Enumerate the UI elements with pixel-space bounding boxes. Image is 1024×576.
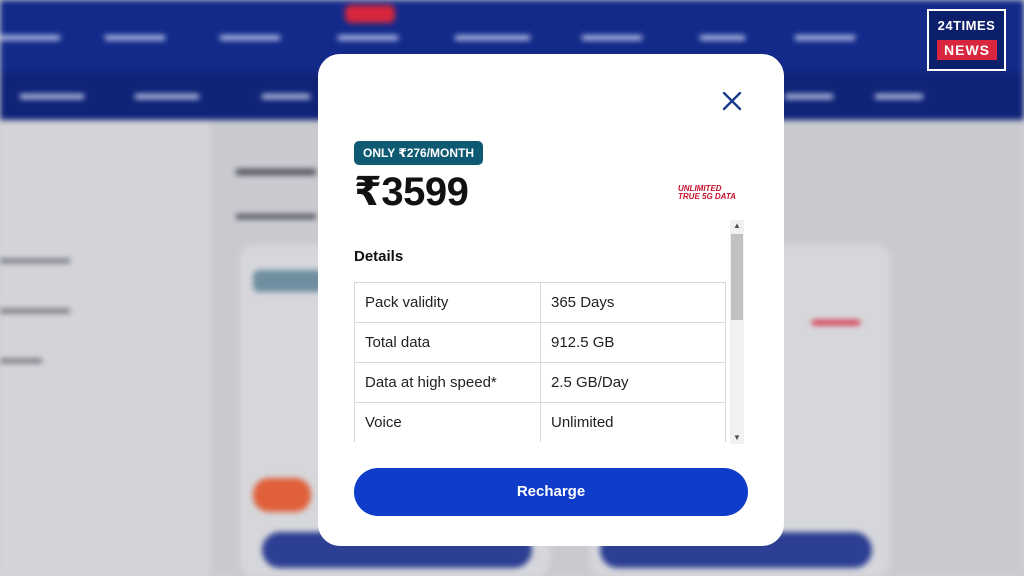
nav-item: ▬▬▬▬ — [582, 27, 642, 44]
detail-value: 912.5 GB — [540, 322, 726, 363]
table-row: Data at high speed* 2.5 GB/Day — [354, 362, 726, 403]
details-scrollbar[interactable]: ▲ ▼ — [728, 220, 746, 444]
sidebar-item: ▬▬▬ — [0, 350, 42, 366]
nav-item: ▬▬▬▬ — [105, 27, 165, 44]
subnav-item: ▬▬▬ — [785, 86, 833, 103]
scrollbar-thumb[interactable] — [731, 234, 743, 320]
badge-line-2: TRUE 5G DATA — [678, 192, 736, 201]
subnav-item: ▬▬▬▬ — [20, 86, 84, 103]
card-offer-badge — [253, 478, 311, 512]
subnav-item: ▬▬▬▬ — [135, 86, 199, 103]
unlimited-5g-badge: UNLIMITED TRUE 5G DATA — [678, 185, 748, 201]
details-table: Pack validity 365 Days Total data 912.5 … — [354, 282, 726, 442]
sidebar: ▬▬▬▬▬ ▬▬▬▬▬ ▬▬▬ — [0, 120, 210, 576]
plan-details-modal: ONLY ₹276/MONTH ₹3599 UNLIMITED TRUE 5G … — [318, 54, 784, 546]
plan-price: ₹3599 — [354, 170, 469, 214]
monthly-price-tag: ONLY ₹276/MONTH — [354, 141, 484, 165]
nav-item: ▬▬▬▬ — [795, 27, 855, 44]
subnav-item: ▬▬▬ — [262, 86, 310, 103]
subnav-item: ▬▬▬ — [875, 86, 923, 103]
logo-text-news: NEWS — [937, 40, 997, 60]
site-logo: 24TIMES NEWS — [927, 9, 1006, 71]
section-subheading: ▬▬▬▬▬ — [236, 206, 316, 223]
logo-text-24times: 24TIMES — [937, 18, 996, 33]
detail-label: Total data — [354, 322, 541, 363]
section-heading: ▬▬▬▬ — [236, 158, 316, 180]
detail-value: 365 Days — [540, 282, 726, 323]
details-title: Details — [354, 248, 404, 265]
close-icon[interactable] — [719, 88, 745, 114]
nav-new-badge — [345, 5, 395, 23]
nav-item: ▬▬▬▬ — [338, 27, 398, 44]
table-row: Voice Unlimited — [354, 402, 726, 442]
nav-item: ▬▬▬▬ — [0, 27, 60, 44]
detail-label: Pack validity — [354, 282, 541, 323]
table-row: Total data 912.5 GB — [354, 322, 726, 363]
details-table-container: Pack validity 365 Days Total data 912.5 … — [354, 282, 726, 442]
card-unlimited-badge: ▬▬▬ — [812, 312, 860, 329]
nav-item: ▬▬▬▬▬ — [455, 27, 530, 44]
detail-label: Voice — [354, 402, 541, 442]
detail-label: Data at high speed* — [354, 362, 541, 403]
scroll-up-arrow-icon[interactable]: ▲ — [730, 220, 744, 232]
recharge-button[interactable]: Recharge — [354, 468, 748, 516]
table-row: Pack validity 365 Days — [354, 282, 726, 323]
scroll-down-arrow-icon[interactable]: ▼ — [730, 432, 744, 444]
detail-value: Unlimited — [540, 402, 726, 442]
detail-value: 2.5 GB/Day — [540, 362, 726, 403]
sidebar-item: ▬▬▬▬▬ — [0, 300, 70, 316]
card-tag — [253, 270, 323, 292]
nav-item: ▬▬▬ — [700, 27, 745, 44]
nav-item: ▬▬▬▬ — [220, 27, 280, 44]
sidebar-item: ▬▬▬▬▬ — [0, 250, 70, 266]
